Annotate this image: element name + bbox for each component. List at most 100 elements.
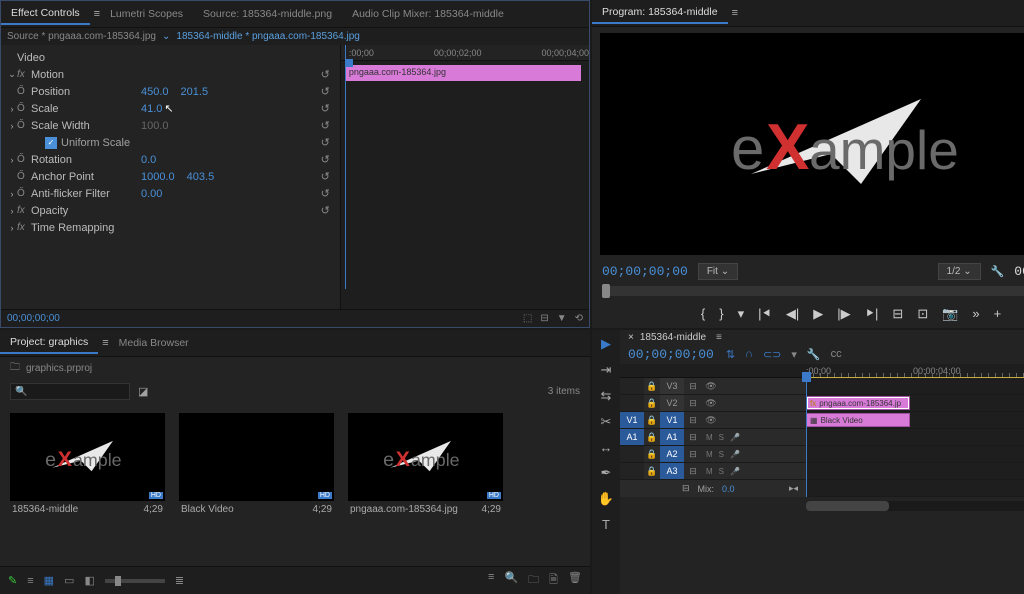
project-item[interactable]: eXampleHD 185364-middle4;29 — [10, 413, 165, 556]
track-v1-target[interactable]: V1 — [660, 412, 684, 428]
expand-icon[interactable]: ▸◂ — [789, 483, 798, 494]
solo-button[interactable]: S — [719, 450, 724, 459]
tab-source-clip[interactable]: Source: 185364-middle.png — [193, 4, 342, 24]
chevron-down-icon[interactable]: ⌄ — [162, 31, 170, 42]
position-x[interactable]: 450.0 — [141, 86, 169, 98]
timeline-clip-v1[interactable]: ▦Black Video — [806, 413, 910, 427]
filter-icon[interactable]: ▼ — [557, 313, 567, 324]
reset-icon[interactable]: ↺ — [321, 204, 330, 217]
solo-button[interactable]: S — [719, 467, 724, 476]
sync-lock-icon[interactable]: ⊟ — [684, 466, 702, 477]
mix-value[interactable]: 0.0 — [722, 484, 735, 494]
export-frame-icon[interactable]: 📷 — [942, 306, 958, 322]
scale-value[interactable]: 41.0 — [141, 103, 162, 115]
eye-icon[interactable]: 👁 — [702, 398, 720, 409]
list-view-icon[interactable]: ≡ — [27, 575, 33, 587]
panel-menu-icon[interactable]: ≡ — [716, 332, 722, 343]
track-a1-target[interactable]: A1 — [660, 429, 684, 445]
go-to-in-icon[interactable]: |⯇ — [758, 306, 772, 322]
type-tool-icon[interactable]: T — [602, 517, 610, 532]
ripple-tool-icon[interactable]: ⇆ — [601, 388, 612, 404]
snap-icon[interactable]: ∩ — [745, 348, 753, 361]
reset-icon[interactable]: ↺ — [321, 102, 330, 115]
uniform-scale-checkbox[interactable]: ✓ — [45, 137, 57, 149]
track-v3-target[interactable]: V3 — [660, 378, 684, 394]
eye-icon[interactable]: 👁 — [702, 381, 720, 392]
captions-icon[interactable]: cc — [831, 348, 842, 361]
zoom-slider[interactable] — [105, 579, 165, 583]
sync-lock-icon[interactable]: ⊟ — [684, 449, 702, 460]
mute-button[interactable]: M — [706, 467, 713, 476]
slip-tool-icon[interactable]: ↔ — [600, 440, 613, 455]
expand-icon[interactable]: ⌄ — [7, 69, 17, 80]
zoom-in-icon[interactable]: ⬚ — [523, 313, 532, 324]
program-monitor-viewport[interactable]: e X ample — [600, 33, 1024, 255]
stopwatch-icon[interactable]: Ő — [17, 171, 31, 182]
expand-icon[interactable]: › — [7, 223, 17, 233]
settings-icon[interactable]: ⟲ — [575, 313, 583, 324]
anchor-y[interactable]: 403.5 — [187, 171, 215, 183]
go-to-out-icon[interactable]: ⯈| — [865, 306, 879, 322]
crumb-source[interactable]: Source * pngaaa.com-185364.jpg — [7, 31, 156, 42]
pin-icon[interactable]: ⊟ — [540, 313, 548, 324]
tab-lumetri[interactable]: Lumetri Scopes — [100, 4, 193, 24]
timecode[interactable]: 00;00;00;00 — [7, 313, 60, 324]
lock-icon[interactable]: 🔒 — [644, 381, 660, 392]
expand-icon[interactable]: › — [7, 104, 17, 114]
timeline-ruler[interactable]: :00;00 00;00;04;00 00;00;08;00 — [620, 364, 1024, 378]
sync-lock-icon[interactable]: ⊟ — [684, 381, 702, 392]
crumb-sequence[interactable]: 185364-middle * pngaaa.com-185364.jpg — [176, 31, 359, 42]
lock-icon[interactable]: 🔒 — [644, 398, 660, 409]
source-a1[interactable]: A1 — [620, 429, 644, 445]
mark-in-icon[interactable]: { — [701, 306, 705, 322]
close-tab-icon[interactable]: × — [628, 332, 634, 343]
expand-icon[interactable]: › — [7, 206, 17, 216]
tab-project[interactable]: Project: graphics — [0, 332, 98, 354]
timeline-h-scrollbar[interactable] — [806, 501, 1024, 511]
stopwatch-icon[interactable]: Ő — [17, 154, 31, 165]
project-item[interactable]: eXampleHD pngaaa.com-185364.jpg4;29 — [348, 413, 503, 556]
rotation-value[interactable]: 0.0 — [141, 154, 156, 166]
pen-icon[interactable]: ✎ — [8, 574, 17, 587]
play-icon[interactable]: ▶ — [813, 306, 823, 322]
sync-lock-icon[interactable]: ⊟ — [682, 483, 690, 494]
link-icon[interactable]: ⊂⊃ — [763, 348, 781, 361]
track-v2-target[interactable]: V2 — [660, 395, 684, 411]
timeline-playhead[interactable] — [806, 378, 807, 497]
sync-lock-icon[interactable]: ⊟ — [684, 415, 702, 426]
marker-icon[interactable]: ▾ — [791, 348, 797, 361]
monitor-scrubber[interactable] — [602, 286, 1024, 296]
reset-icon[interactable]: ↺ — [321, 187, 330, 200]
reset-icon[interactable]: ↺ — [321, 68, 330, 81]
lock-icon[interactable]: 🔒 — [644, 449, 660, 460]
panel-menu-icon[interactable]: ≡ — [732, 7, 738, 19]
lift-icon[interactable]: ⊟ — [892, 306, 903, 322]
fx-badge-icon[interactable]: fx — [17, 205, 31, 216]
step-forward-icon[interactable]: |▶ — [837, 306, 850, 322]
stopwatch-icon[interactable]: Ő — [17, 103, 31, 114]
solo-button[interactable]: S — [719, 433, 724, 442]
anchor-x[interactable]: 1000.0 — [141, 171, 175, 183]
reset-icon[interactable]: ↺ — [321, 170, 330, 183]
extract-icon[interactable]: ⊡ — [917, 306, 928, 322]
sync-lock-icon[interactable]: ⊟ — [684, 432, 702, 443]
hand-tool-icon[interactable]: ✋ — [598, 491, 614, 507]
step-back-icon[interactable]: ◀| — [786, 306, 799, 322]
tab-audio-mixer[interactable]: Audio Clip Mixer: 185364-middle — [342, 4, 514, 24]
expand-icon[interactable]: › — [7, 189, 17, 199]
track-select-tool-icon[interactable]: ⇥ — [601, 362, 612, 378]
mini-clip[interactable]: pngaaa.com-185364.jpg — [345, 65, 581, 81]
mark-out-icon[interactable]: } — [719, 306, 723, 322]
opacity-effect[interactable]: Opacity — [31, 205, 141, 217]
fx-badge-icon[interactable]: fx — [17, 69, 31, 80]
reset-icon[interactable]: ↺ — [321, 153, 330, 166]
timeline-content[interactable]: fxpngaaa.com-185364.jp ▦Black Video — [806, 378, 1024, 497]
add-button-icon[interactable]: + — [994, 306, 1002, 322]
resolution-select[interactable]: 1/2 ⌄ — [938, 263, 981, 280]
expand-icon[interactable]: › — [7, 155, 17, 165]
sequence-tab[interactable]: 185364-middle — [640, 332, 706, 343]
new-icon[interactable]: 🗎 — [549, 571, 558, 590]
overflow-icon[interactable]: » — [972, 306, 979, 322]
lock-icon[interactable]: 🔒 — [644, 415, 660, 426]
time-remapping-effect[interactable]: Time Remapping — [31, 222, 141, 234]
